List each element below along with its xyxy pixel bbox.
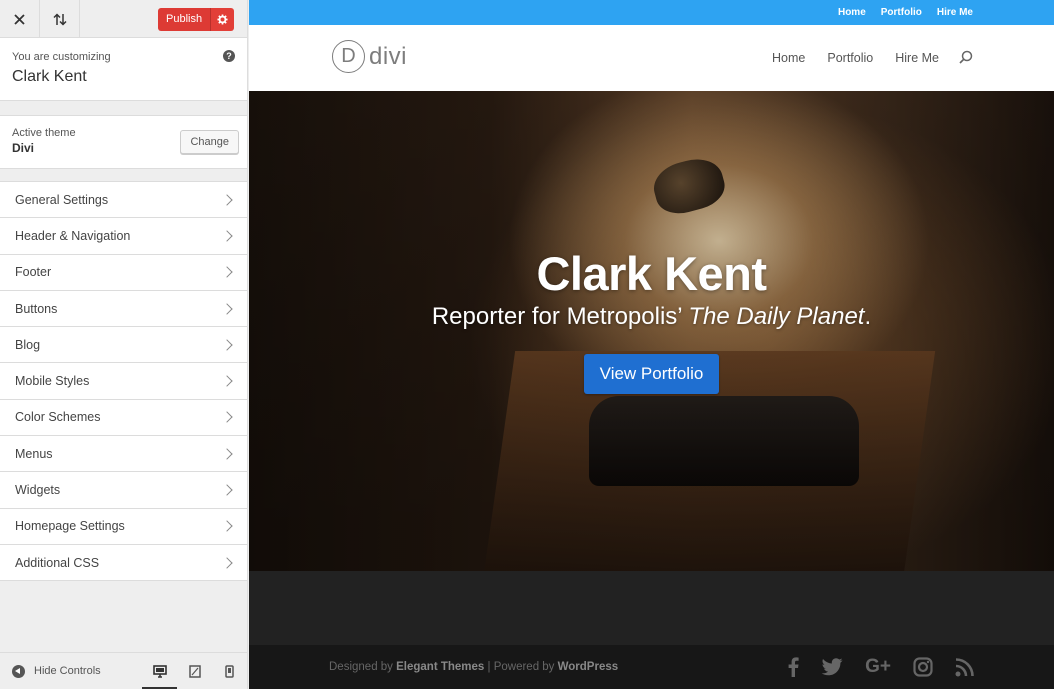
customizing-label: You are customizing — [12, 51, 111, 63]
chevron-right-icon — [221, 193, 233, 206]
publish-button[interactable]: Publish — [158, 8, 211, 31]
secondary-nav-home[interactable]: Home — [838, 7, 866, 18]
hide-controls-label: Hide Controls — [34, 665, 101, 677]
platform-link[interactable]: WordPress — [558, 661, 619, 673]
facebook-icon[interactable] — [788, 657, 799, 677]
hide-controls-button[interactable]: Hide Controls — [0, 664, 142, 678]
panel-menus[interactable]: Menus — [0, 436, 247, 473]
customizer-footer: Hide Controls — [0, 652, 247, 689]
desktop-icon — [153, 664, 167, 678]
collapse-arrow-icon — [12, 664, 25, 678]
footer-credits: Designed by Elegant Themes | Powered by … — [329, 661, 619, 673]
change-theme-button[interactable]: Change — [180, 130, 239, 154]
panel-additional-css[interactable]: Additional CSS — [0, 544, 247, 582]
hero-content: Clark Kent Reporter for Metropolis’ The … — [249, 246, 1054, 394]
panel-homepage-settings[interactable]: Homepage Settings — [0, 508, 247, 545]
active-theme-section: Active theme Divi Change — [0, 115, 247, 169]
customizing-info: You are customizing Clark Kent ? — [0, 38, 247, 101]
chevron-right-icon — [221, 302, 233, 315]
twitter-icon[interactable] — [821, 658, 843, 676]
panel-buttons[interactable]: Buttons — [0, 290, 247, 328]
panel-general-settings[interactable]: General Settings — [0, 182, 247, 219]
logo-text: divi — [369, 42, 408, 70]
publish-group: Publish — [158, 8, 235, 31]
hero-section: Clark Kent Reporter for Metropolis’ The … — [249, 91, 1054, 571]
panel-blog[interactable]: Blog — [0, 327, 247, 364]
mobile-icon — [225, 664, 234, 678]
preview-mobile-button[interactable] — [212, 653, 247, 689]
main-nav: Home Portfolio Hire Me — [750, 25, 973, 91]
logo-mark: D — [332, 40, 365, 73]
preview-tablet-button[interactable] — [177, 653, 212, 689]
site-title: Clark Kent — [12, 68, 87, 85]
chevron-right-icon — [221, 520, 233, 532]
close-icon — [14, 13, 25, 25]
preview-desktop-button[interactable] — [142, 653, 178, 689]
customizer-sidebar: Publish You are customizing Clark Kent ?… — [0, 0, 248, 689]
search-button[interactable] — [959, 50, 973, 67]
hero-title: Clark Kent — [536, 247, 767, 300]
main-nav-hire-me[interactable]: Hire Me — [895, 51, 939, 65]
reorder-button[interactable] — [40, 0, 80, 38]
help-icon[interactable]: ? — [223, 50, 235, 62]
customizer-header: Publish — [0, 0, 247, 38]
chevron-right-icon — [221, 448, 233, 460]
hero-tagline: Reporter for Metropolis’ The Daily Plane… — [431, 303, 872, 330]
publish-settings-button[interactable] — [210, 8, 235, 31]
chevron-right-icon — [221, 411, 233, 424]
designer-link[interactable]: Elegant Themes — [396, 661, 484, 673]
chevron-right-icon — [221, 266, 233, 278]
site-footer: Designed by Elegant Themes | Powered by … — [249, 645, 1054, 689]
footer-widget-area — [249, 571, 1054, 645]
tablet-icon — [188, 664, 201, 678]
main-nav-portfolio[interactable]: Portfolio — [827, 51, 873, 65]
secondary-nav-hire-me[interactable]: Hire Me — [937, 7, 973, 18]
close-button[interactable] — [0, 0, 40, 38]
main-header: D divi Home Portfolio Hire Me — [249, 25, 1054, 91]
sort-arrows-icon — [52, 12, 67, 26]
instagram-icon[interactable] — [913, 657, 933, 677]
social-links: G+ — [766, 656, 974, 678]
customizer-panels: General Settings Header & Navigation Foo… — [0, 181, 247, 582]
view-portfolio-button[interactable]: View Portfolio — [583, 354, 720, 394]
panel-footer[interactable]: Footer — [0, 254, 247, 291]
chevron-right-icon — [221, 556, 233, 569]
panel-mobile-styles[interactable]: Mobile Styles — [0, 363, 247, 400]
panel-color-schemes[interactable]: Color Schemes — [0, 399, 247, 437]
google-plus-icon[interactable]: G+ — [865, 656, 891, 678]
secondary-nav: Home Portfolio Hire Me — [249, 0, 1054, 25]
secondary-nav-portfolio[interactable]: Portfolio — [881, 7, 922, 18]
main-nav-home[interactable]: Home — [772, 51, 805, 65]
panel-header-navigation[interactable]: Header & Navigation — [0, 218, 247, 255]
site-preview: Home Portfolio Hire Me D divi Home Portf… — [249, 0, 1054, 689]
chevron-right-icon — [221, 339, 233, 351]
chevron-right-icon — [221, 230, 233, 242]
chevron-right-icon — [221, 484, 233, 496]
site-logo[interactable]: D divi — [332, 40, 407, 73]
search-icon — [959, 50, 973, 64]
gear-icon — [217, 14, 228, 25]
chevron-right-icon — [221, 375, 233, 387]
rss-icon[interactable] — [955, 657, 974, 677]
panel-widgets[interactable]: Widgets — [0, 472, 247, 509]
